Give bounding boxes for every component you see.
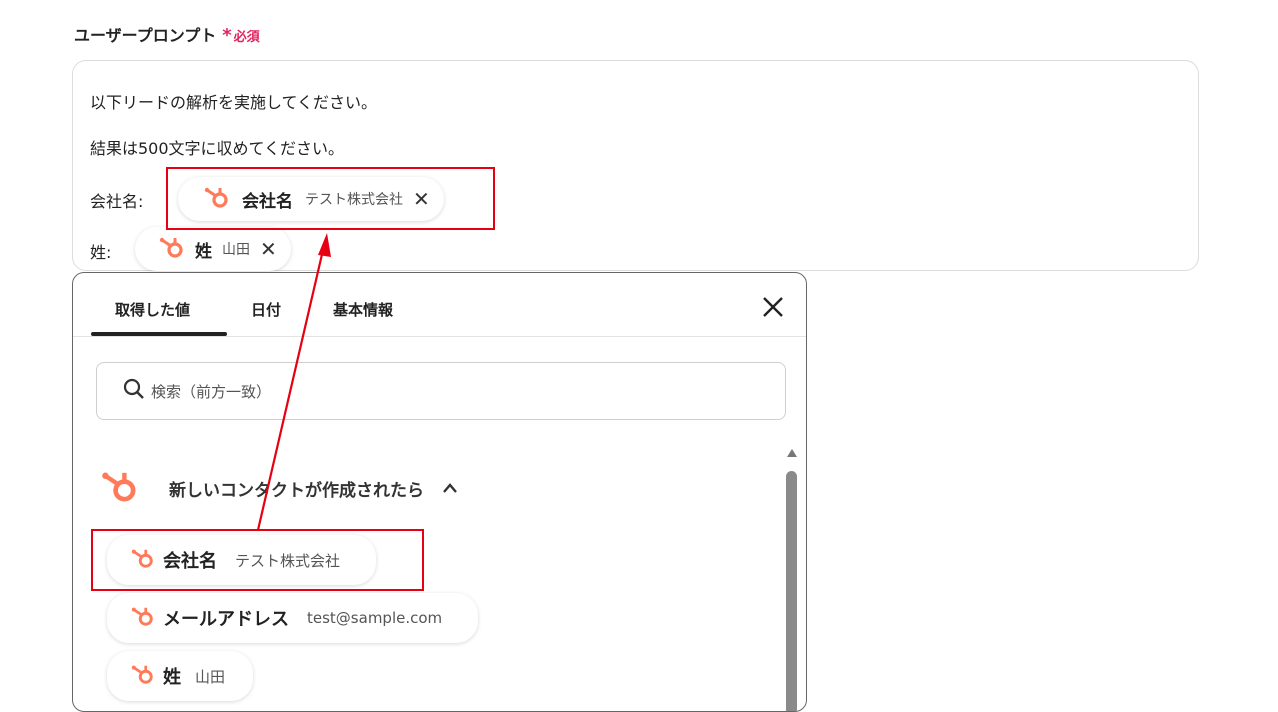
user-prompt-editor[interactable]: 以下リードの解析を実施してください。 結果は500文字に収めてください。 会社名… (72, 60, 1199, 271)
tab-date[interactable]: 日付 (251, 299, 281, 320)
chip-name: 会社名 (242, 191, 293, 212)
search-input[interactable]: 検索（前方一致） (96, 362, 786, 420)
item-value: test@sample.com (307, 609, 443, 627)
variable-picker-panel: 取得した値 日付 基本情報 検索（前方一致） 新しいコンタクトが作成されたら 会… (72, 272, 807, 712)
chip-name: 姓 (195, 241, 212, 262)
prompt-line-1: 以下リードの解析を実施してください。 (90, 93, 378, 112)
trigger-group-header[interactable]: 新しいコンタクトが作成されたら (101, 468, 458, 508)
scrollbar[interactable] (783, 449, 799, 711)
hubspot-icon (101, 468, 139, 508)
close-icon[interactable]: ✕ (413, 189, 430, 209)
tab-divider (73, 336, 806, 337)
required-text: 必須 (233, 30, 260, 45)
hubspot-icon (204, 185, 230, 213)
list-item[interactable]: 姓 山田 (107, 651, 254, 701)
search-icon (123, 378, 145, 404)
chip-value: テスト株式会社 (305, 192, 403, 208)
close-icon[interactable] (761, 295, 785, 319)
list-item[interactable]: 会社名 テスト株式会社 (107, 535, 377, 585)
prompt-line-2: 結果は500文字に収めてください。 (90, 139, 345, 158)
prompt-lastname-chip[interactable]: 姓 山田 ✕ (135, 227, 291, 271)
company-label: 会社名: (90, 192, 144, 211)
field-label: ユーザープロンプト * 必須 (74, 22, 260, 46)
group-title: 新しいコンタクトが作成されたら (169, 480, 424, 501)
item-value: 山田 (195, 667, 226, 686)
item-name: 姓 (163, 667, 181, 688)
tab-acquired-values[interactable]: 取得した値 (115, 299, 190, 320)
list-item[interactable]: メールアドレス test@sample.com (107, 593, 479, 643)
close-icon[interactable]: ✕ (260, 239, 277, 259)
hubspot-icon (131, 547, 155, 573)
item-value: テスト株式会社 (235, 551, 341, 570)
search-placeholder: 検索（前方一致） (151, 382, 272, 401)
item-name: 会社名 (163, 551, 217, 572)
hubspot-icon (131, 663, 155, 689)
hubspot-icon (159, 235, 185, 263)
scroll-up-arrow-icon[interactable] (787, 449, 797, 457)
scrollbar-thumb[interactable] (786, 471, 797, 711)
hubspot-icon (131, 605, 155, 631)
lastname-label: 姓: (90, 243, 112, 262)
item-name: メールアドレス (163, 609, 289, 630)
prompt-company-chip[interactable]: 会社名 テスト株式会社 ✕ (178, 177, 444, 221)
chevron-up-icon[interactable] (442, 479, 458, 498)
field-label-text: ユーザープロンプト (74, 26, 217, 45)
required-star: * (222, 25, 232, 46)
chip-value: 山田 (222, 242, 250, 258)
tab-basic-info[interactable]: 基本情報 (333, 299, 393, 320)
